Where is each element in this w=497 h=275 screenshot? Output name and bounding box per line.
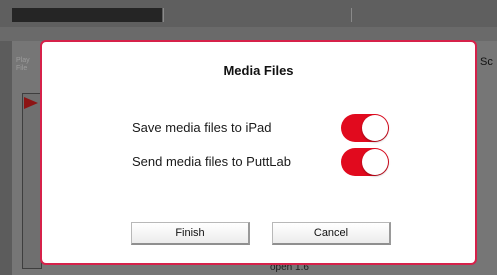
right-column-header: Sc xyxy=(480,56,493,68)
tab-divider xyxy=(163,8,164,22)
dialog-title: Media Files xyxy=(223,63,294,78)
toggle-knob xyxy=(362,149,388,175)
side-label-line2: File xyxy=(16,65,28,72)
app-top-bar xyxy=(0,0,497,28)
tab-divider xyxy=(351,8,352,22)
app-header-band xyxy=(0,27,497,41)
media-files-dialog: Media Files Save media files to iPad Sen… xyxy=(40,40,477,265)
track-column xyxy=(22,93,42,269)
send-to-puttlab-toggle[interactable] xyxy=(341,148,389,176)
flag-icon xyxy=(24,97,38,109)
setting-row-save-to-ipad: Save media files to iPad xyxy=(42,114,475,142)
app-tab-active[interactable] xyxy=(12,8,162,22)
cancel-button[interactable]: Cancel xyxy=(272,222,391,245)
finish-button[interactable]: Finish xyxy=(131,222,250,245)
setting-label: Send media files to PuttLab xyxy=(132,154,291,169)
toggle-knob xyxy=(362,115,388,141)
setting-row-send-to-puttlab: Send media files to PuttLab xyxy=(42,148,475,176)
side-label-line1: Play xyxy=(16,57,30,64)
setting-label: Save media files to iPad xyxy=(132,120,272,135)
side-label: Play File xyxy=(16,57,30,73)
save-to-ipad-toggle[interactable] xyxy=(341,114,389,142)
